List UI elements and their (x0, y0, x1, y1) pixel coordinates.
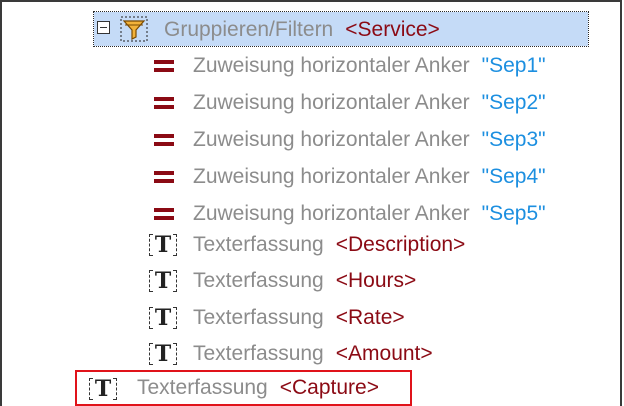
capture-label: Texterfassung (193, 342, 324, 365)
group-label: Gruppieren/Filtern (164, 18, 334, 41)
tree-row-anchor[interactable]: Zuweisung horizontaler Anker "Sep1" (193, 48, 546, 84)
anchor-label: Zuweisung horizontaler Anker (193, 91, 470, 114)
equals-icon (154, 207, 176, 221)
capture-target: <Rate> (335, 306, 405, 329)
tree-row-text-capture[interactable]: Texterfassung <Rate> (193, 300, 405, 336)
anchor-label: Zuweisung horizontaler Anker (193, 202, 470, 225)
anchor-value: "Sep1" (481, 54, 546, 77)
capture-target: <Description> (335, 233, 466, 256)
anchor-label: Zuweisung horizontaler Anker (193, 165, 470, 188)
tree-row-outer-capture[interactable]: Texterfassung <Capture> (137, 371, 379, 405)
group-row-text: Gruppieren/Filtern <Service> (164, 12, 440, 48)
capture-label: Texterfassung (193, 269, 324, 292)
tree-row-anchor[interactable]: Zuweisung horizontaler Anker "Sep2" (193, 85, 546, 121)
equals-icon (154, 59, 176, 73)
tree-row-anchor[interactable]: Zuweisung horizontaler Anker "Sep3" (193, 122, 546, 158)
capture-label: Texterfassung (193, 306, 324, 329)
capture-target: <Hours> (335, 269, 417, 292)
text-capture-icon: T (88, 375, 118, 403)
equals-icon (154, 170, 176, 184)
capture-label: Texterfassung (193, 233, 324, 256)
text-capture-icon: T (148, 267, 178, 295)
capture-target: <Capture> (279, 376, 379, 399)
capture-label: Texterfassung (137, 376, 268, 399)
tree-row-text-capture[interactable]: Texterfassung <Hours> (193, 263, 416, 299)
text-capture-icon: T (148, 304, 178, 332)
anchor-value: "Sep2" (481, 91, 546, 114)
collapse-toggle-icon[interactable] (97, 21, 110, 34)
text-capture-icon: T (148, 231, 178, 259)
filter-icon (120, 16, 148, 42)
anchor-value: "Sep4" (481, 165, 546, 188)
equals-icon (154, 133, 176, 147)
tree-row-anchor[interactable]: Zuweisung horizontaler Anker "Sep4" (193, 159, 546, 195)
text-capture-icon: T (148, 340, 178, 368)
anchor-value: "Sep5" (481, 202, 546, 225)
anchor-label: Zuweisung horizontaler Anker (193, 128, 470, 151)
anchor-value: "Sep3" (481, 128, 546, 151)
equals-icon (154, 96, 176, 110)
tree-row-text-capture[interactable]: Texterfassung <Description> (193, 227, 465, 263)
anchor-label: Zuweisung horizontaler Anker (193, 54, 470, 77)
capture-target: <Amount> (335, 342, 433, 365)
group-target: <Service> (345, 18, 440, 41)
tree-row-text-capture[interactable]: Texterfassung <Amount> (193, 336, 433, 372)
